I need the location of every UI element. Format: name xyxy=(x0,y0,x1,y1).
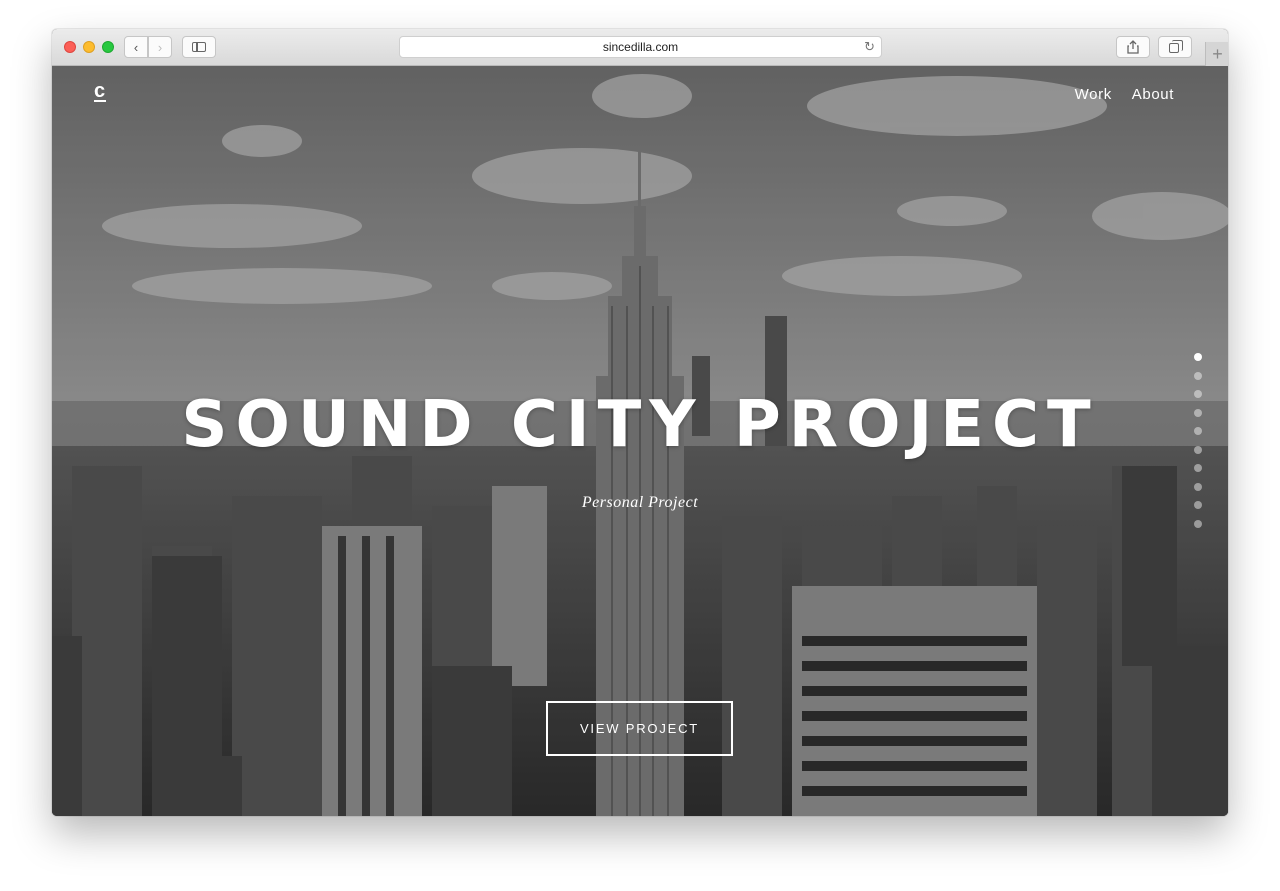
sidebar-toggle-button[interactable] xyxy=(182,36,216,58)
back-button[interactable]: ‹ xyxy=(124,36,148,58)
url-text: sincedilla.com xyxy=(602,40,679,54)
nav-about-link[interactable]: About xyxy=(1132,86,1174,103)
minimize-window-button[interactable] xyxy=(83,41,95,53)
site-logo[interactable]: c xyxy=(94,81,107,102)
sidebar-icon xyxy=(192,42,206,52)
slide-dot-6[interactable] xyxy=(1194,445,1202,454)
browser-window: ‹ › sincedilla.com ↻ + c Work About SOUN… xyxy=(52,29,1228,816)
share-button[interactable] xyxy=(1116,36,1150,58)
slide-dot-9[interactable] xyxy=(1194,501,1202,509)
page-viewport: c Work About SOUND CITY PROJECT Personal… xyxy=(52,66,1228,816)
slide-dot-1[interactable] xyxy=(1194,353,1202,361)
browser-toolbar: ‹ › sincedilla.com ↻ + xyxy=(52,29,1228,66)
view-project-button[interactable]: VIEW PROJECT xyxy=(546,701,733,756)
share-icon xyxy=(1127,40,1139,54)
reload-icon[interactable]: ↻ xyxy=(864,39,875,55)
slide-dot-5[interactable] xyxy=(1194,427,1202,435)
slide-dot-4[interactable] xyxy=(1194,408,1202,417)
chevron-left-icon: ‹ xyxy=(133,39,139,55)
slide-dot-7[interactable] xyxy=(1194,464,1202,472)
plus-icon: + xyxy=(1212,43,1223,64)
hero-title: SOUND CITY PROJECT xyxy=(181,388,1099,462)
view-project-label: VIEW PROJECT xyxy=(579,721,700,736)
close-window-button[interactable] xyxy=(64,41,76,53)
tabs-icon xyxy=(1169,40,1183,53)
slide-dot-3[interactable] xyxy=(1194,390,1202,398)
slide-dot-2[interactable] xyxy=(1194,371,1202,380)
slide-dot-8[interactable] xyxy=(1194,482,1202,491)
chevron-right-icon: › xyxy=(157,39,163,55)
address-bar[interactable]: sincedilla.com ↻ xyxy=(399,36,882,58)
site-nav: Work About xyxy=(1075,86,1174,103)
new-tab-button[interactable]: + xyxy=(1205,42,1228,66)
slide-pager xyxy=(1194,353,1202,538)
forward-button[interactable]: › xyxy=(148,36,172,58)
zoom-window-button[interactable] xyxy=(102,41,114,53)
nav-work-link[interactable]: Work xyxy=(1075,86,1112,103)
show-tabs-button[interactable] xyxy=(1158,36,1192,58)
hero-subtitle: Personal Project xyxy=(581,494,699,511)
slide-dot-10[interactable] xyxy=(1194,519,1202,528)
